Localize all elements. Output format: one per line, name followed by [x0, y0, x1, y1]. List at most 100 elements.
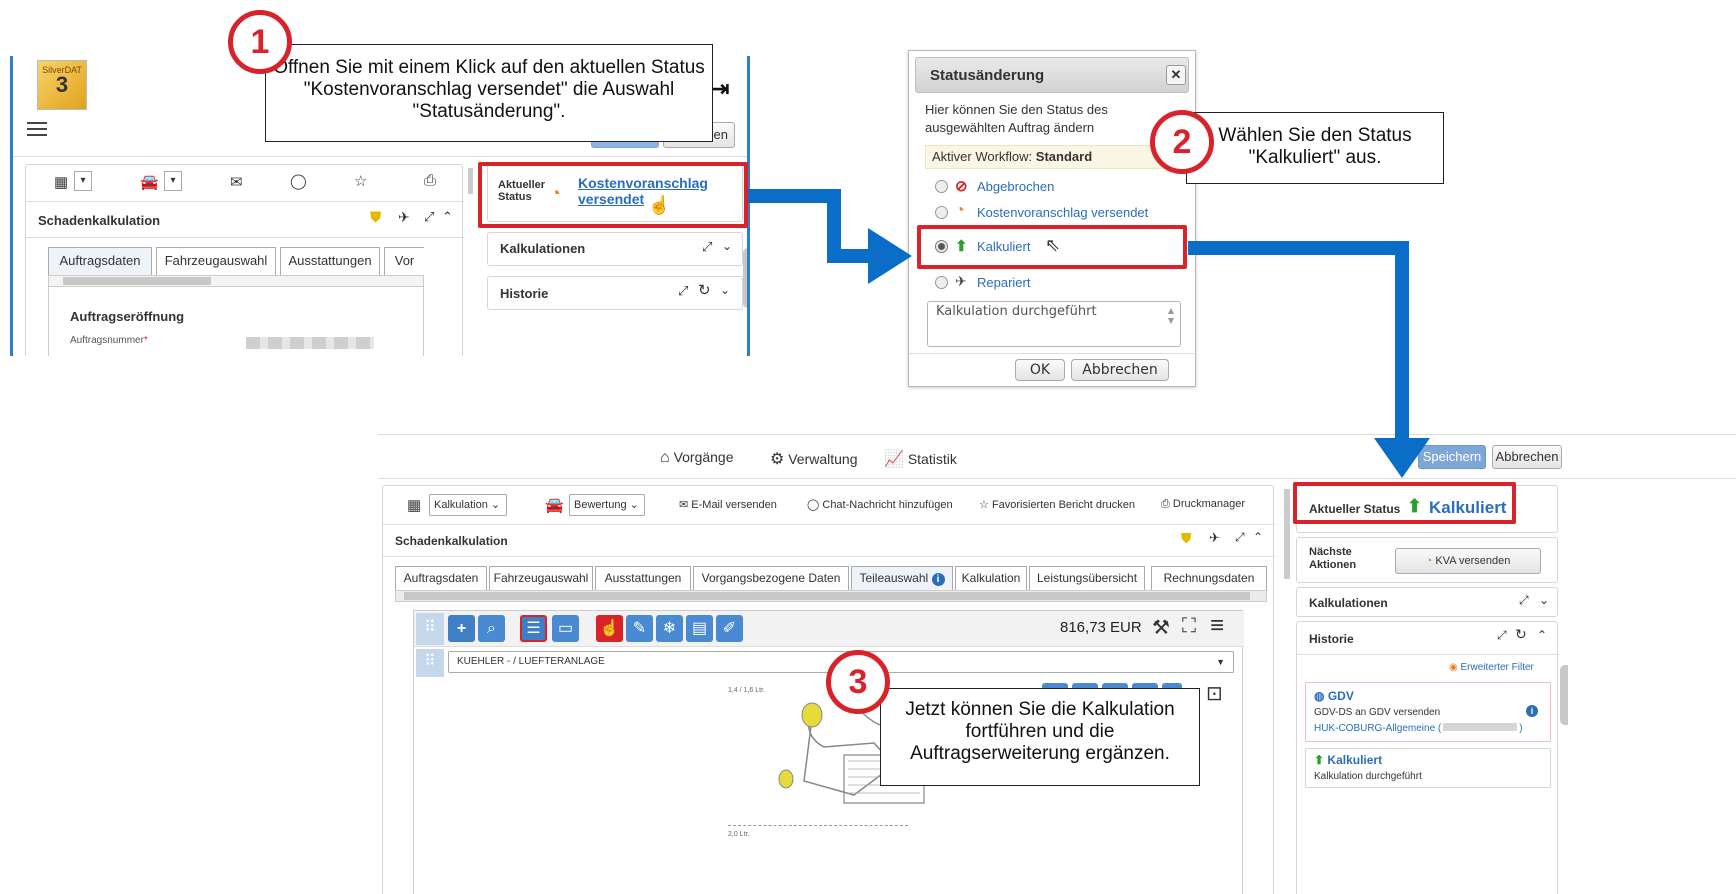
expand-icon[interactable]: ⤢ — [1497, 628, 1507, 643]
logout-icon[interactable]: ⇥ — [711, 76, 729, 102]
tab-leistungsuebersicht[interactable]: Leistungsübersicht — [1029, 566, 1145, 590]
expand-icon[interactable]: ⤢ — [678, 283, 688, 299]
tab-fahrzeugauswahl[interactable]: Fahrzeugauswahl — [156, 247, 276, 275]
email-action[interactable]: ✉ E-Mail versenden — [679, 498, 777, 511]
tab-auftragsdaten[interactable]: Auftragsdaten — [48, 247, 152, 275]
callout-step1: Öffnen Sie mit einem Klick auf den aktue… — [265, 44, 713, 142]
side-collapse-handle[interactable] — [1560, 665, 1568, 725]
workflow-row: Aktiver Workflow: Standard — [925, 145, 1187, 169]
comment-textarea[interactable]: Kalkulation durchgeführt ▲ ▼ — [927, 301, 1181, 347]
wrench-tool-icon[interactable]: ✐ — [716, 615, 743, 642]
callout-step3: Jetzt können Sie die Kalkulation fortfüh… — [880, 688, 1200, 786]
tab-auftragsdaten[interactable]: Auftragsdaten — [395, 566, 487, 590]
tab-scrollbar[interactable] — [48, 275, 424, 287]
calc-dropdown[interactable]: ▾ — [74, 171, 92, 191]
refresh-icon[interactable]: ↻ — [1515, 626, 1527, 643]
info-icon[interactable]: i — [1526, 705, 1538, 717]
hand-tool-icon[interactable]: ☝ — [596, 615, 623, 642]
nav-verwaltung[interactable]: ⚙ Verwaltung — [770, 449, 858, 469]
tab-teileauswahl[interactable]: Teileauswahl i — [851, 566, 953, 590]
tab-rechnungsdaten[interactable]: Rechnungsdaten — [1151, 566, 1267, 590]
nav-vorgaenge[interactable]: ⌂ Vorgänge — [660, 449, 734, 467]
option-abgebrochen[interactable]: ⊘ Abgebrochen — [929, 177, 1189, 199]
gavel-icon[interactable]: ⚒ — [1152, 615, 1170, 640]
expand-icon[interactable]: ⤢ — [424, 209, 434, 225]
fav-print-action[interactable]: ☆ Favorisierten Bericht drucken — [979, 498, 1135, 511]
history-entry-gdv: ◍ GDV GDV-DS an GDV versenden i HUK-COBU… — [1305, 682, 1551, 742]
option-repariert[interactable]: ✈ Repariert — [929, 273, 1189, 295]
radio-icon[interactable] — [935, 276, 948, 289]
extended-filter[interactable]: ◉ Erweiterter Filter — [1449, 662, 1534, 673]
ok-button[interactable]: OK — [1015, 359, 1065, 381]
tab-kalkulation[interactable]: Kalkulation — [955, 566, 1027, 590]
close-icon[interactable]: ✕ — [1166, 65, 1186, 85]
save-button[interactable]: Speichern — [1418, 445, 1486, 469]
expand-icon[interactable]: ⤢ — [1519, 593, 1529, 608]
required-mark: * — [143, 335, 148, 346]
tab-ausstattungen[interactable]: Ausstattungen — [280, 247, 380, 275]
car-dropdown[interactable]: ▾ — [164, 171, 182, 191]
side-collapse-handle[interactable] — [743, 248, 747, 308]
collapse-icon[interactable]: ⌃ — [442, 209, 453, 225]
tab-scrollbar[interactable] — [395, 590, 1267, 602]
car-repair-icon[interactable]: ▤ — [686, 615, 713, 642]
star-icon[interactable]: ☆ — [354, 172, 367, 190]
drag-handle-icon[interactable]: ⠿ — [416, 613, 444, 645]
dialog-titlebar: Statusänderung ✕ — [915, 57, 1189, 93]
refresh-icon[interactable]: ↻ — [698, 281, 711, 299]
print-manager-action[interactable]: ⎙ Druckmanager — [1161, 498, 1245, 511]
cancel-button[interactable]: Abbrechen — [1492, 445, 1562, 469]
collapse-icon[interactable]: ⌃ — [1537, 628, 1547, 642]
tab-ausstattungen[interactable]: Ausstattungen — [595, 566, 691, 590]
paint-icon[interactable]: ✎ — [626, 615, 653, 642]
mail-icon[interactable]: ✉ — [230, 173, 243, 191]
nav-statistik[interactable]: 📈 Statistik — [884, 449, 957, 469]
add-part-icon[interactable]: + — [448, 615, 475, 642]
tab-vor[interactable]: Vor — [384, 247, 424, 275]
chat-action[interactable]: ◯ Chat-Nachricht hinzufügen — [807, 498, 953, 511]
kva-send-button[interactable]: ◔ KVA versenden — [1395, 548, 1541, 574]
left-panel: ▦ ▾ 🚘 ▾ ✉ ◯ ☆ ⎙ Schadenkalkulation ⛊ ✈ ⤢… — [25, 164, 464, 356]
magnifier-icon[interactable]: ⌕ — [478, 615, 505, 642]
tool-icon[interactable]: ✈ — [1209, 530, 1220, 546]
shrink-icon[interactable]: ⊡ — [1206, 681, 1223, 706]
history-entry-link[interactable]: HUK-COBURG-Allgemeine () — [1314, 723, 1523, 734]
step2-badge: 2 — [1150, 110, 1214, 174]
main-scroll[interactable] — [1284, 489, 1290, 579]
highlight-current-status — [478, 162, 748, 228]
printer-icon[interactable]: ⎙ — [424, 172, 436, 189]
hamburger-icon[interactable]: ≡ — [1210, 612, 1224, 640]
chevron-down-icon[interactable]: ⌄ — [720, 283, 730, 297]
scroll-arrows-icon[interactable]: ▲ ▼ — [1168, 306, 1174, 326]
menu-icon[interactable] — [27, 122, 47, 136]
cancel-button[interactable]: Abbrechen — [1071, 359, 1169, 381]
order-number-label: Auftragsnummer* — [70, 335, 148, 346]
arrow-step2-to-step3 — [1188, 241, 1409, 440]
expand-icon[interactable]: ⤢ — [1235, 530, 1245, 545]
collapse-icon[interactable]: ⌃ — [1253, 530, 1263, 544]
option-kostenvoranschlag[interactable]: ◔ Kostenvoranschlag versendet — [929, 202, 1189, 225]
printer-icon: ⎙ — [1161, 498, 1170, 510]
callout-step3-text: Jetzt können Sie die Kalkulation fortfüh… — [905, 699, 1175, 764]
wash-icon[interactable]: ❄ — [656, 615, 683, 642]
home-icon: ⌂ — [660, 449, 670, 466]
tool-icon[interactable]: ✈ — [398, 209, 410, 226]
chat-icon[interactable]: ◯ — [290, 172, 307, 190]
image-view-icon[interactable]: ▭ — [552, 615, 579, 642]
calc-select[interactable]: Kalkulation ⌄ — [429, 494, 507, 516]
expand-icon[interactable]: ⤢ — [702, 239, 712, 255]
chart-icon: 📈 — [884, 451, 904, 468]
chevron-down-icon[interactable]: ⌄ — [722, 239, 732, 253]
drag-handle-icon[interactable]: ⠿ — [416, 649, 444, 677]
radio-icon[interactable] — [935, 206, 948, 219]
header-button-label: en — [713, 127, 728, 142]
tab-fahrzeugauswahl[interactable]: Fahrzeugauswahl — [489, 566, 593, 590]
calculator-icon[interactable]: ▦ — [54, 173, 68, 191]
fullscreen-icon[interactable]: ⛶ — [1182, 615, 1196, 638]
tab-vorgangsbezogene-daten[interactable]: Vorgangsbezogene Daten — [693, 566, 849, 590]
chevron-down-icon[interactable]: ⌄ — [1539, 593, 1549, 607]
rating-select[interactable]: Bewertung ⌄ — [569, 494, 645, 516]
list-view-icon[interactable]: ☰ — [520, 615, 547, 642]
radio-icon[interactable] — [935, 180, 948, 193]
car-icon[interactable]: 🚘 — [140, 173, 159, 191]
